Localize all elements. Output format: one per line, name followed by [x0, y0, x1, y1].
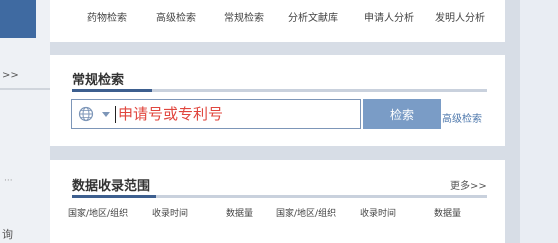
- nav-links: 药物检索 高级检索 常规检索 分析文献库 申请人分析 发明人分析: [50, 9, 505, 24]
- globe-icon[interactable]: [78, 106, 94, 122]
- column-header-time: 收录时间: [152, 209, 189, 219]
- search-box: [71, 99, 361, 129]
- nav-link-applicant-analysis[interactable]: 申请人分析: [364, 9, 414, 24]
- sidebar-divider: [0, 88, 50, 90]
- nav-link-advanced-search[interactable]: 高级检索: [156, 9, 196, 24]
- nav-link-regular-search[interactable]: 常规检索: [224, 9, 264, 24]
- chevron-down-icon[interactable]: [102, 112, 110, 117]
- left-sidebar: >> ··· 询: [0, 0, 50, 243]
- column-header-count: 数据量: [226, 209, 254, 219]
- sidebar-text-fragment: 询: [2, 228, 13, 241]
- column-header-region: 国家/地区/组织: [276, 209, 337, 219]
- nav-link-drug-search[interactable]: 药物检索: [87, 9, 127, 24]
- search-section-title: 常规检索: [72, 73, 125, 88]
- search-button[interactable]: 检索: [363, 99, 441, 129]
- advanced-search-link[interactable]: 高级检索: [442, 110, 482, 125]
- nav-link-inventor-analysis[interactable]: 发明人分析: [435, 9, 485, 24]
- nav-panel: 药物检索 高级检索 常规检索 分析文献库 申请人分析 发明人分析: [50, 0, 505, 42]
- search-title-underline: [72, 89, 487, 92]
- data-scope-panel: 数据收录范围 更多>> 国家/地区/组织 收录时间 数据量 国家/地区/组织 收…: [50, 160, 505, 243]
- nav-link-analysis-library[interactable]: 分析文献库: [288, 9, 338, 24]
- data-scope-title: 数据收录范围: [72, 179, 151, 194]
- search-input[interactable]: [118, 103, 358, 125]
- search-panel: 常规检索 检索 高级检索: [50, 55, 505, 146]
- right-sidebar: [520, 0, 558, 243]
- logo-block: [0, 0, 36, 38]
- column-header-time: 收录时间: [360, 209, 397, 219]
- column-header-count: 数据量: [434, 209, 462, 219]
- sidebar-dots: ···: [4, 176, 13, 186]
- text-cursor: [115, 106, 116, 123]
- column-header-region: 国家/地区/组织: [68, 209, 129, 219]
- sidebar-expand-arrows[interactable]: >>: [2, 70, 19, 81]
- data-scope-title-underline: [72, 195, 487, 198]
- more-link[interactable]: 更多>>: [450, 177, 487, 192]
